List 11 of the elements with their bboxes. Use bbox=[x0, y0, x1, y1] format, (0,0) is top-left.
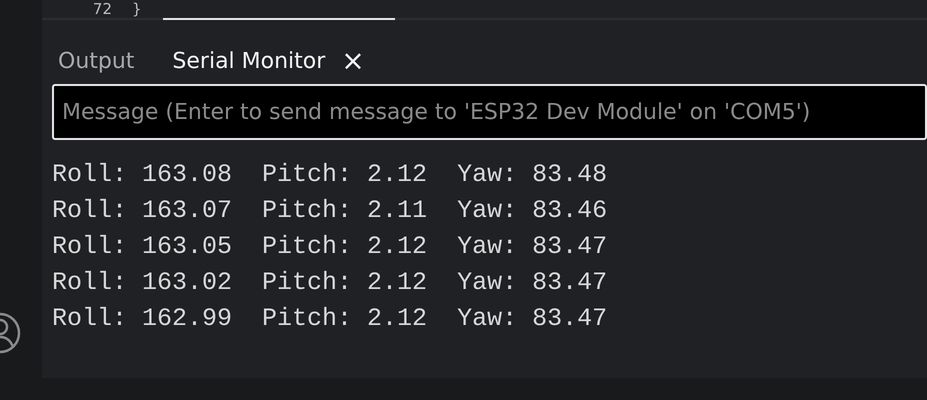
panel-tab[interactable]: Serial Monitor bbox=[172, 44, 326, 78]
message-field[interactable]: Message (Enter to send message to 'ESP32 Dev Module' on 'COM5') bbox=[52, 84, 927, 140]
output-line: Roll: 163.05 Pitch: 2.12 Yaw: 83.47 bbox=[52, 231, 608, 263]
output-line: Roll: 163.02 Pitch: 2.12 Yaw: 83.47 bbox=[52, 267, 608, 299]
output-line: Roll: 163.07 Pitch: 2.11 Yaw: 83.46 bbox=[52, 195, 608, 227]
code-text: } bbox=[132, 0, 142, 18]
line-number: 72 bbox=[92, 0, 113, 18]
output-line: Roll: 163.08 Pitch: 2.12 Yaw: 83.48 bbox=[52, 159, 608, 191]
panel-tab[interactable]: Output bbox=[58, 44, 134, 78]
output-line: Roll: 162.99 Pitch: 2.12 Yaw: 83.47 bbox=[52, 303, 608, 335]
close-button[interactable]: × bbox=[341, 47, 365, 75]
